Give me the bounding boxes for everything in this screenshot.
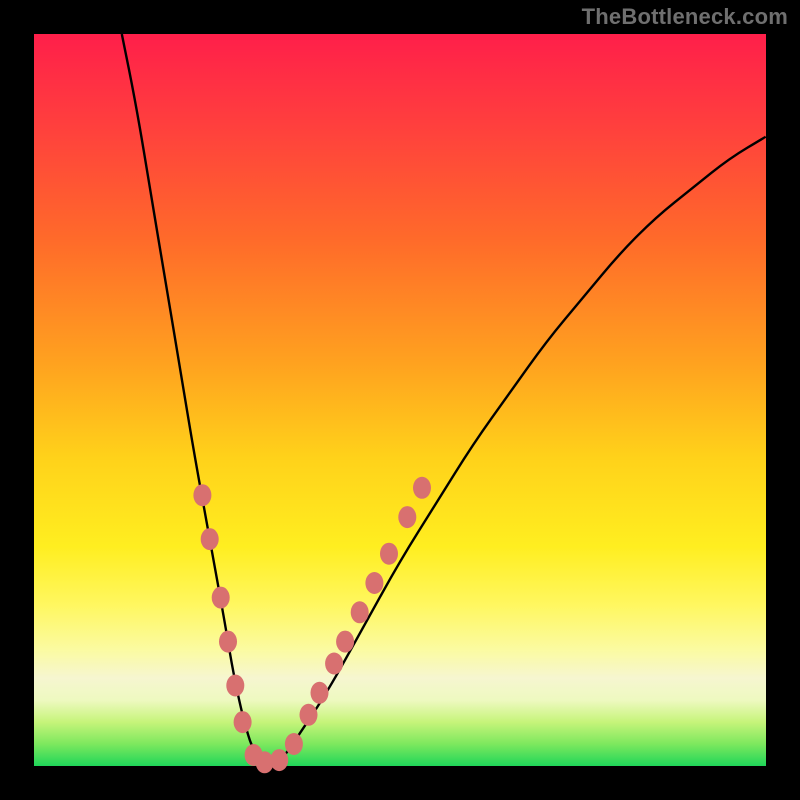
right-dot-4	[336, 631, 354, 653]
right-dot-8	[398, 506, 416, 528]
left-dot-2	[201, 528, 219, 550]
chart-svg	[34, 34, 766, 766]
plot-area	[34, 34, 766, 766]
bottom-dot-4	[285, 733, 303, 755]
left-dot-3	[212, 587, 230, 609]
right-dot-1	[300, 704, 318, 726]
watermark-text: TheBottleneck.com	[582, 4, 788, 30]
right-dot-3	[325, 653, 343, 675]
chart-frame: TheBottleneck.com	[0, 0, 800, 800]
right-dot-2	[311, 682, 329, 704]
bottleneck-curve	[122, 34, 766, 761]
right-dot-9	[413, 477, 431, 499]
left-dot-5	[226, 675, 244, 697]
right-dot-7	[380, 543, 398, 565]
left-dot-1	[193, 484, 211, 506]
right-dot-6	[365, 572, 383, 594]
left-dot-4	[219, 631, 237, 653]
right-dot-5	[351, 601, 369, 623]
bottom-dot-3	[270, 749, 288, 771]
data-points	[193, 477, 431, 774]
left-dot-6	[234, 711, 252, 733]
